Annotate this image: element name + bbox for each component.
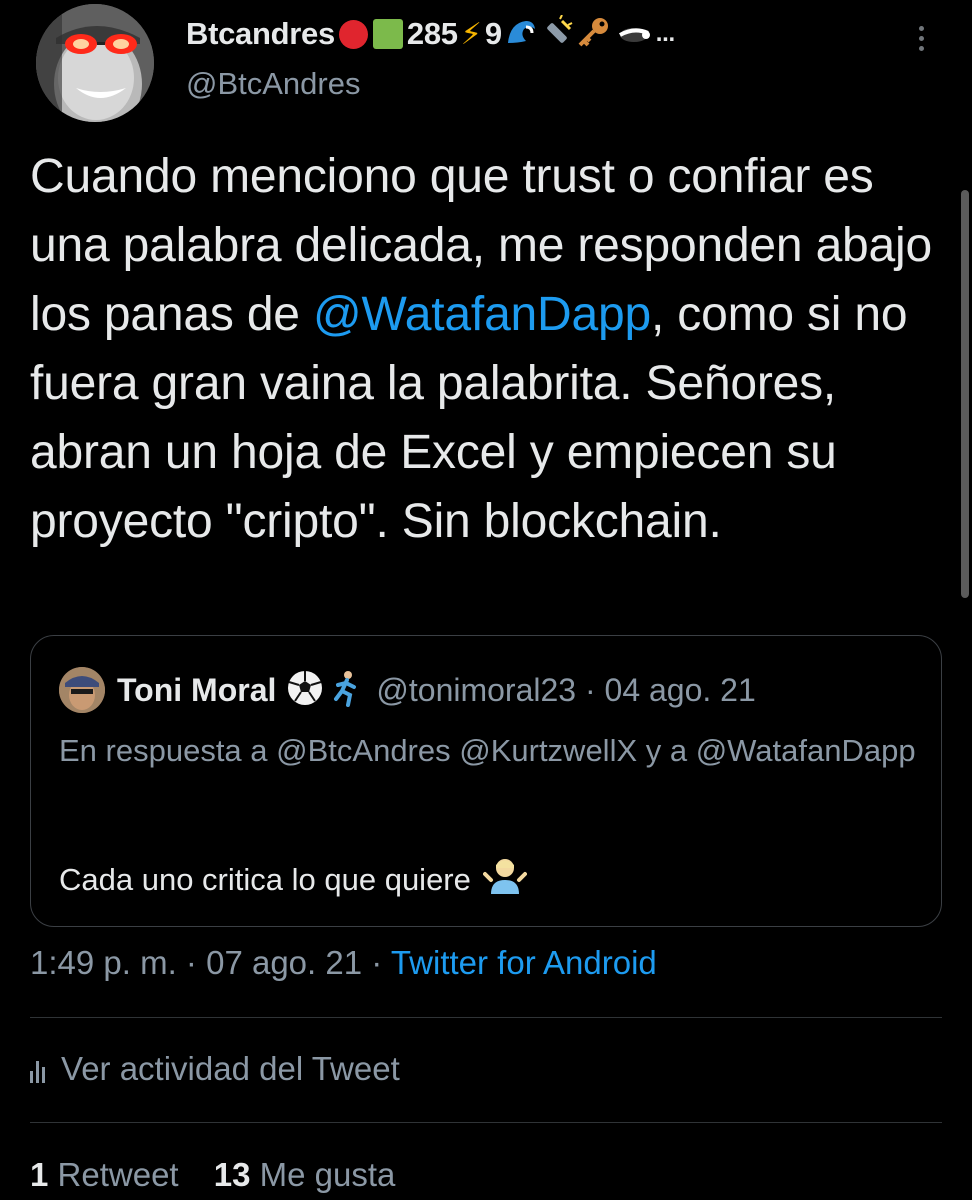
more-options-icon[interactable] xyxy=(906,18,936,58)
quoted-tweet-text: Cada uno critica lo que quiere xyxy=(59,862,471,897)
quoted-author-avatar xyxy=(59,667,105,713)
quoted-handle-and-date: @tonimoral23 · 04 ago. 21 xyxy=(376,671,756,708)
quoted-reply-context: En respuesta a @BtcAndres @KurtzwellX y … xyxy=(59,733,916,768)
divider xyxy=(30,1122,942,1123)
tweet-meta: 1:49 p. m. · 07 ago. 21 · Twitter for An… xyxy=(30,944,657,982)
author-display-name[interactable]: Btcandres xyxy=(186,16,335,52)
analytics-icon xyxy=(30,1055,45,1083)
meta-separator: · xyxy=(185,944,197,981)
key-icon xyxy=(576,15,612,54)
person-shrugging-icon xyxy=(482,856,527,904)
divider xyxy=(30,1017,942,1018)
author-badge-number-1: 285 xyxy=(406,16,458,51)
author-handle[interactable]: @BtcAndres xyxy=(186,66,360,102)
quoted-tweet-card[interactable]: Toni Moral @tonimoral23 · 04 ago. 21 En … xyxy=(30,635,942,927)
skunk-icon xyxy=(614,15,652,54)
retweets-label: Retweet xyxy=(57,1156,179,1193)
flashlight-icon xyxy=(540,14,574,54)
tweet-stats: 1 Retweet 13 Me gusta xyxy=(30,1156,395,1194)
green-square-icon xyxy=(372,19,403,49)
view-tweet-activity-button[interactable]: Ver actividad del Tweet xyxy=(30,1050,400,1088)
soccer-ball-icon xyxy=(286,669,324,712)
author-avatar[interactable] xyxy=(36,4,154,122)
view-tweet-activity-label: Ver actividad del Tweet xyxy=(61,1050,400,1087)
retweets-count: 1 xyxy=(30,1156,49,1193)
lightning-icon: ⚡ xyxy=(460,17,482,51)
wave-icon xyxy=(504,15,538,54)
red-circle-icon xyxy=(338,19,368,49)
tweet-mention-link[interactable]: @WatafanDapp xyxy=(313,288,651,341)
likes-stat[interactable]: 13 Me gusta xyxy=(214,1156,396,1193)
retweets-stat[interactable]: 1 Retweet xyxy=(30,1156,179,1193)
author-name-row[interactable]: Btcandres 285 ⚡ 9 ... xyxy=(186,12,675,56)
likes-count: 13 xyxy=(213,1156,251,1193)
tweet-text: Cuando menciono que trust o confiar es u… xyxy=(30,142,942,556)
quoted-tweet-header: Toni Moral @tonimoral23 · 04 ago. 21 xyxy=(59,666,756,714)
avatar-photo xyxy=(36,4,154,122)
tweet-time[interactable]: 1:49 p. m. xyxy=(30,944,177,981)
quoted-avatar-photo xyxy=(59,667,105,713)
tweet-date[interactable]: 07 ago. 21 xyxy=(206,944,362,981)
author-badge-number-2: 9 xyxy=(484,16,502,51)
quoted-author-name: Toni Moral xyxy=(117,671,277,708)
name-ellipsis: ... xyxy=(655,20,675,47)
scrollbar[interactable] xyxy=(961,190,969,598)
quoted-tweet-text-row: Cada uno critica lo que quiere xyxy=(59,856,527,904)
runner-icon xyxy=(330,669,362,712)
meta-separator: · xyxy=(371,944,383,981)
tweet-source-link[interactable]: Twitter for Android xyxy=(391,944,657,981)
likes-label: Me gusta xyxy=(259,1156,396,1193)
